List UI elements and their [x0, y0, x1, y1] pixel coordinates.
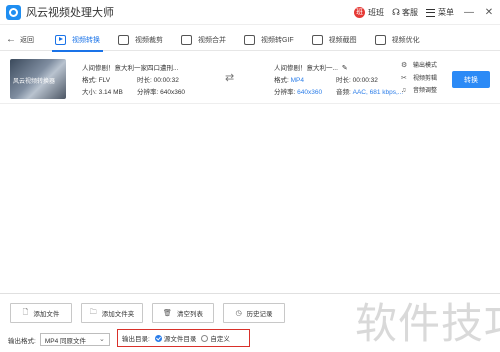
add-folder-label: 添加文件夹	[101, 311, 135, 318]
title-bar-controls: 班 班班 ☊ 客服 菜单 — ✕	[346, 0, 494, 25]
close-button[interactable]: ✕	[484, 7, 494, 18]
headset-icon: ☊	[392, 7, 400, 17]
add-file-icon: 🗋	[22, 308, 29, 316]
video-optimize-icon	[374, 34, 386, 45]
radio-custom-dir[interactable]	[201, 334, 209, 342]
history-label: 历史记录	[246, 311, 273, 318]
add-folder-icon: 🗀	[89, 308, 97, 316]
trash-icon: 🗑	[163, 310, 172, 317]
target-file-name: 人间惨剧！意大利一...	[274, 65, 338, 72]
source-resolution: 分辨率: 640x360	[137, 89, 186, 96]
back-arrow-icon: ←	[6, 34, 16, 45]
target-audio: 音频: AAC, 681 kbps,...	[336, 87, 403, 99]
chevron-down-icon: ⌄	[98, 336, 105, 343]
output-format-label: 输出格式:	[8, 337, 36, 345]
target-format-value[interactable]: MP4	[291, 77, 304, 84]
scissors-icon: ✂	[401, 74, 407, 82]
video-gif-icon	[244, 34, 255, 45]
audio-adjust-label: 音频调整	[413, 88, 438, 94]
output-directory-label: 输出目录:	[122, 336, 150, 343]
service-label: 客服	[402, 8, 418, 17]
convert-button[interactable]: 转换	[452, 71, 490, 88]
thumbnail-caption: 风云视频转换器	[13, 79, 56, 85]
clear-list-label: 清空列表	[176, 311, 203, 318]
source-size: 大小: 3.14 MB	[82, 89, 123, 96]
add-folder-button[interactable]: 🗀 添加文件夹	[81, 303, 143, 323]
target-resolution-key: 分辨率:	[274, 89, 296, 96]
toolbar: ← 返回 视频转换 视频裁剪 视频合并 视频转GIF 视频截图 视频优化	[0, 29, 500, 52]
service-button[interactable]: ☊ 客服	[392, 7, 418, 18]
menu-label: 菜单	[438, 8, 454, 17]
clear-list-button[interactable]: 🗑 清空列表	[152, 303, 214, 323]
tab-label: 视频合并	[198, 36, 226, 44]
tab-label: 视频转GIF	[261, 36, 294, 44]
tab-video-optimize[interactable]: 视频优化	[366, 29, 429, 51]
audio-adjust-icon: ♫	[401, 87, 407, 94]
vip-button[interactable]: 班 班班	[354, 7, 384, 18]
source-file-info: 人间惨剧！意大利一家四口遭刑... 格式: FLV 时长: 00:00:32 大…	[82, 63, 185, 99]
clock-icon: ◷	[235, 310, 242, 317]
video-thumbnail[interactable]: 风云视频转换器	[10, 59, 66, 99]
audio-adjust-button[interactable]: ♫ 音频调整	[401, 85, 437, 98]
menu-button[interactable]: 菜单	[426, 7, 454, 18]
source-format: 格式: FLV	[82, 77, 111, 84]
vip-label: 班班	[368, 8, 384, 17]
custom-dir-label[interactable]: 自定义	[210, 333, 230, 343]
title-bar: 风云视频处理大师 班 班班 ☊ 客服 菜单 — ✕	[0, 0, 500, 25]
output-format-select[interactable]: MP4 同原文件 ⌄	[39, 333, 110, 346]
target-duration: 时长: 00:00:32	[336, 77, 378, 84]
app-logo-icon	[6, 4, 21, 20]
output-mode-label: 输出模式	[413, 63, 438, 69]
add-file-label: 添加文件	[33, 311, 60, 318]
tab-label: 视频转换	[72, 36, 100, 44]
file-list-item[interactable]: 风云视频转换器 人间惨剧！意大利一家四口遭刑... 格式: FLV 时长: 00…	[0, 54, 500, 104]
video-edit-button[interactable]: ✂ 视频剪辑	[401, 73, 437, 86]
source-duration: 时长: 00:00:32	[137, 77, 179, 84]
tab-video-screenshot[interactable]: 视频截图	[303, 29, 366, 51]
tab-video-cut[interactable]: 视频裁剪	[109, 29, 172, 51]
radio-source-dir[interactable]	[154, 334, 162, 342]
back-label: 返回	[20, 36, 34, 44]
app-title: 风云视频处理大师	[26, 7, 114, 19]
video-screenshot-icon	[311, 34, 323, 45]
output-mode-button[interactable]: ⚙ 输出模式	[401, 60, 437, 73]
target-resolution-value[interactable]: 640x360	[297, 89, 322, 96]
history-button[interactable]: ◷ 历史记录	[223, 303, 285, 323]
video-convert-icon	[55, 34, 66, 45]
output-format-row: 输出格式: MP4 同原文件 ⌄	[8, 333, 110, 346]
menu-icon	[426, 8, 435, 17]
tab-video-convert[interactable]: 视频转换	[46, 29, 109, 52]
convert-arrow-icon: ⇄	[225, 72, 235, 84]
target-resolution: 分辨率: 640x360	[274, 87, 336, 99]
output-format-value: MP4 同原文件	[44, 337, 86, 345]
tab-label: 视频裁剪	[135, 36, 163, 44]
video-edit-label: 视频剪辑	[413, 75, 438, 82]
target-audio-value[interactable]: AAC, 681 kbps,...	[353, 89, 404, 96]
source-dir-label[interactable]: 源文件目录	[164, 333, 197, 343]
add-file-button[interactable]: 🗋 添加文件	[10, 303, 72, 323]
output-mode-icon: ⚙	[401, 62, 408, 69]
target-format: 格式: MP4	[274, 75, 336, 87]
tab-label: 视频优化	[391, 36, 420, 44]
target-format-key: 格式:	[274, 77, 289, 84]
minimize-button[interactable]: —	[464, 7, 474, 18]
tab-label: 视频截图	[328, 36, 357, 44]
back-button[interactable]: ← 返回	[6, 34, 46, 45]
source-file-name: 人间惨剧！意大利一家四口遭刑...	[82, 65, 179, 72]
edit-pencil-icon[interactable]: ✎	[342, 63, 348, 75]
video-merge-icon	[181, 34, 192, 45]
target-file-info: 人间惨剧！意大利一... ✎ 格式: MP4 时长: 00:00:32 分辨率:…	[274, 63, 403, 99]
target-audio-key: 音频:	[336, 89, 351, 96]
bottom-button-row: 🗋 添加文件 🗀 添加文件夹 🗑 清空列表 ◷ 历史记录	[0, 303, 500, 323]
vip-badge-icon: 班	[354, 7, 365, 18]
video-cut-icon	[118, 34, 129, 45]
bottom-divider	[0, 293, 500, 294]
output-directory-group: 输出目录: 源文件目录 自定义	[117, 329, 250, 347]
file-actions: ⚙ 输出模式 ✂ 视频剪辑 ♫ 音频调整	[401, 60, 437, 98]
tab-video-merge[interactable]: 视频合并	[172, 29, 235, 51]
tab-video-gif[interactable]: 视频转GIF	[235, 29, 303, 51]
